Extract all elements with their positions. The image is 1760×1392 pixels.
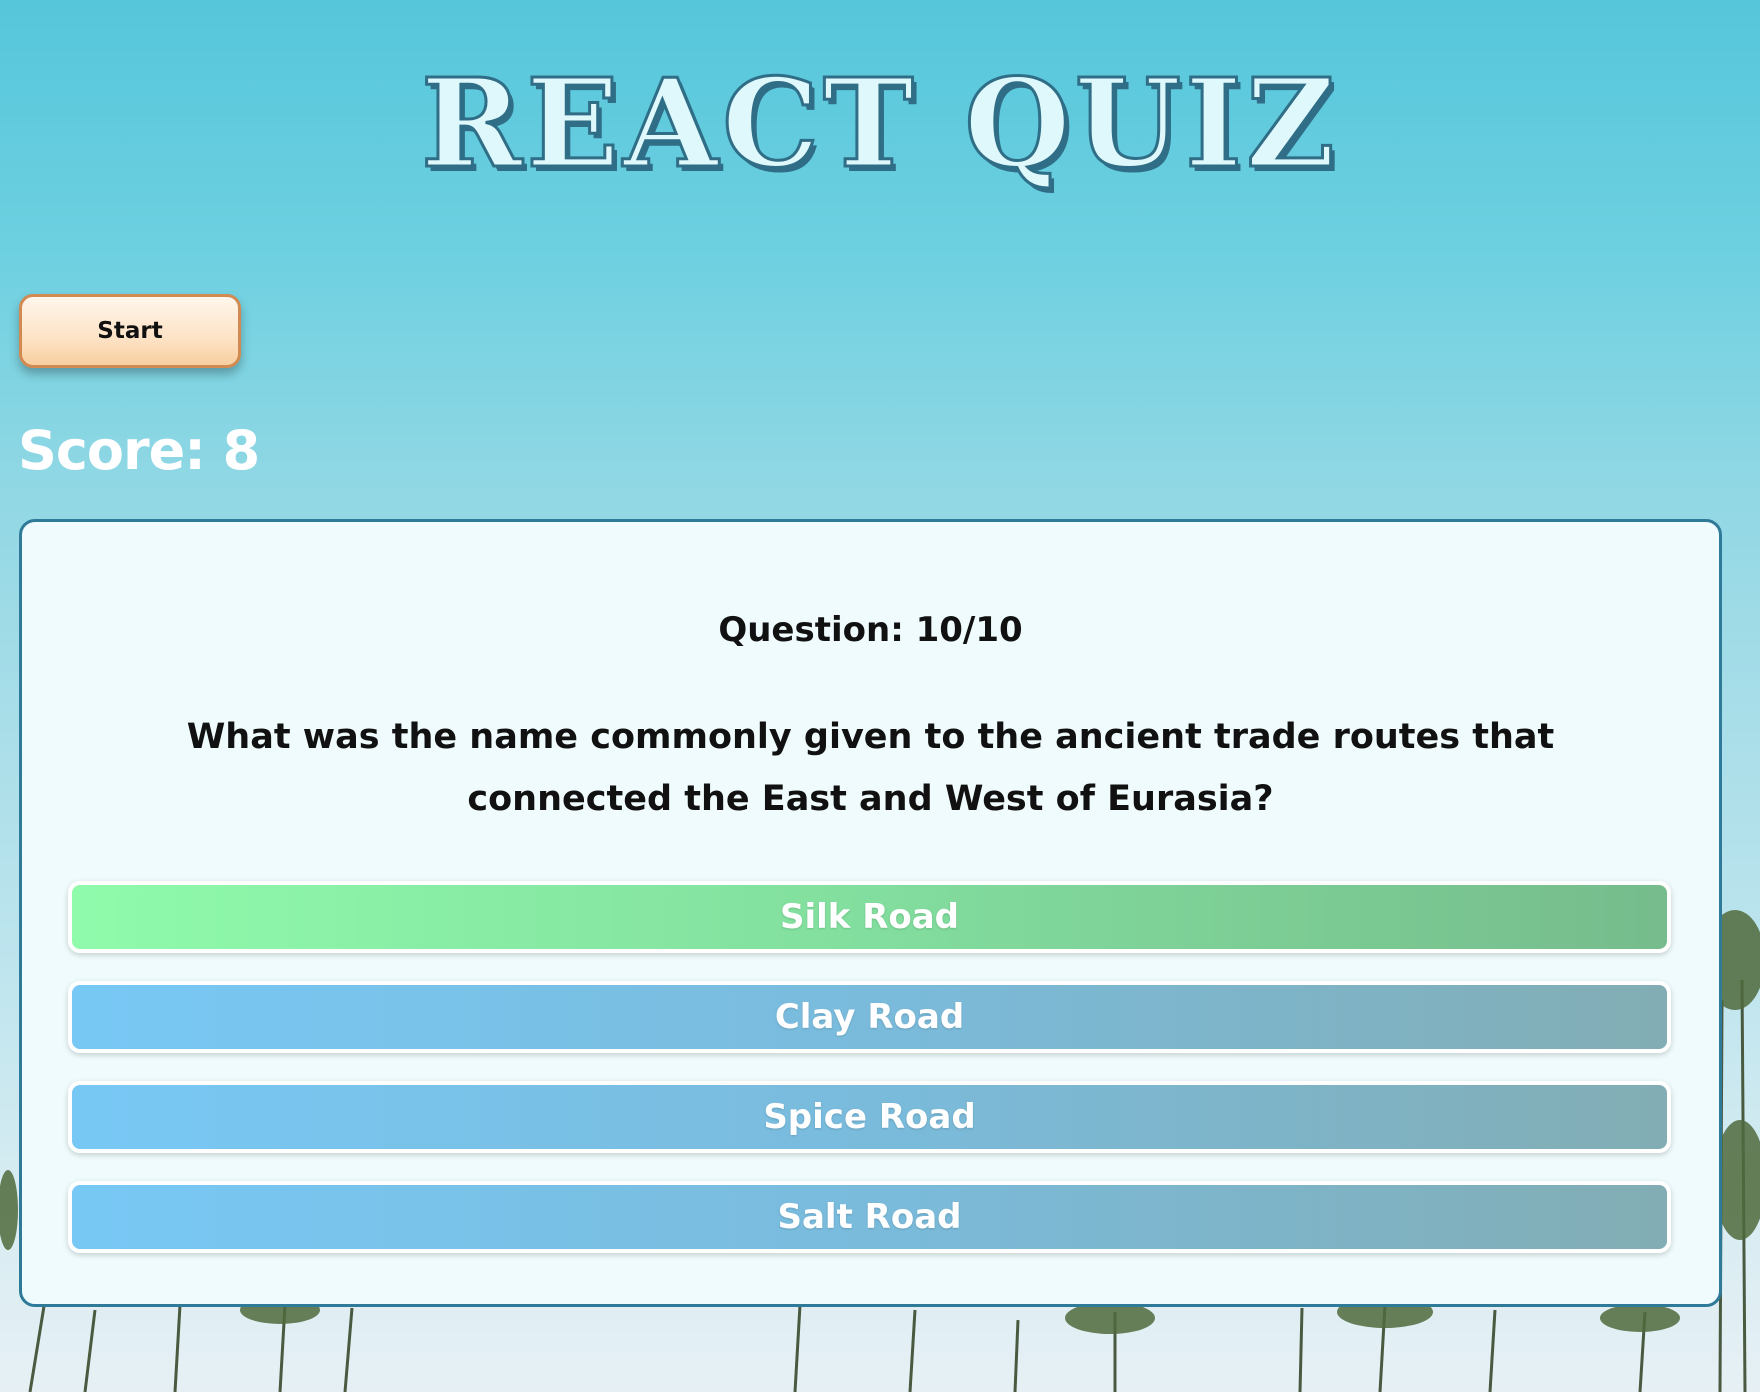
question-text: What was the name commonly given to the … [186, 717, 1555, 819]
answer-option-salt-road[interactable]: Salt Road [68, 1181, 1671, 1253]
answer-option-silk-road[interactable]: Silk Road [68, 881, 1671, 953]
question-counter: Question: 10/10 [718, 610, 1023, 650]
question-card: Question: 10/10 What was the name common… [19, 519, 1722, 1307]
answer-option-clay-road[interactable]: Clay Road [68, 981, 1671, 1053]
start-button[interactable]: Start [19, 294, 241, 368]
quiz-title: REACT QUIZ [419, 51, 1340, 195]
answer-list: Silk Road Clay Road Spice Road Salt Road [68, 881, 1671, 1281]
answer-option-spice-road[interactable]: Spice Road [68, 1081, 1671, 1153]
score-display: Score: 8 [18, 419, 260, 482]
